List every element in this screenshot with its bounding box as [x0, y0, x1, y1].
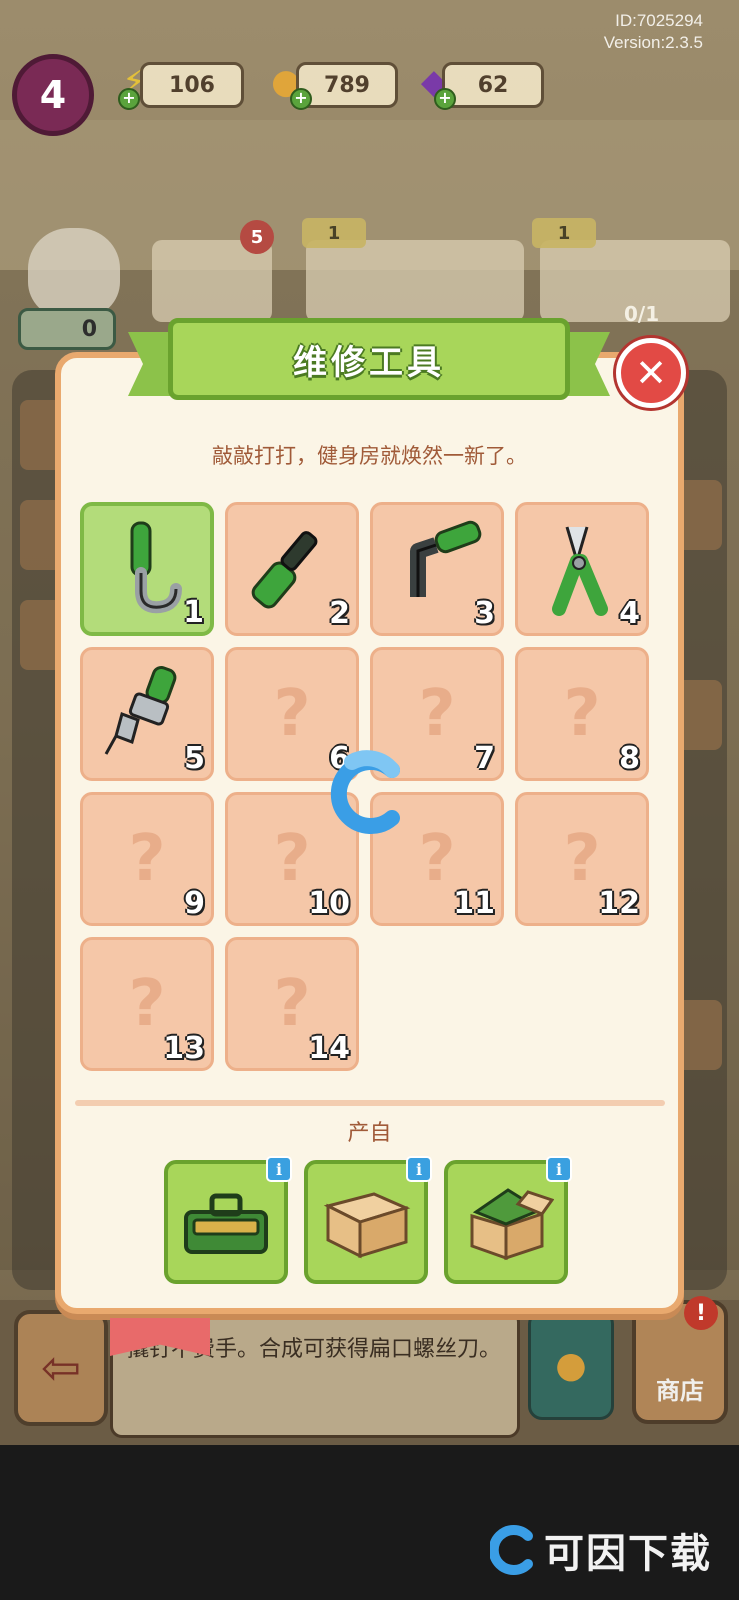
close-button[interactable]: ✕ — [616, 338, 686, 408]
modal-title-banner: 维修工具 — [168, 318, 570, 400]
toolbox-icon — [184, 1193, 268, 1254]
info-icon[interactable]: i — [406, 1156, 432, 1182]
question-mark-icon: ? — [563, 822, 601, 896]
slot-number: 5 — [184, 741, 205, 776]
collection-slot-locked[interactable]: ? 12 — [515, 792, 649, 926]
collection-slot-locked[interactable]: ? 13 — [80, 937, 214, 1071]
task-progress: 0/1 — [624, 302, 660, 326]
task-reward-chip: 1 — [302, 218, 366, 248]
star-count: 0 — [81, 316, 97, 342]
star-counter: 0 — [18, 308, 116, 350]
hook-tool-icon — [102, 517, 192, 621]
chick-mascot — [28, 228, 120, 318]
origin-label: 产自 — [347, 1121, 392, 1146]
question-mark-icon: ? — [128, 822, 166, 896]
gem-counter[interactable]: 62 — [442, 62, 544, 108]
question-mark-icon: ? — [273, 967, 311, 1041]
watermark-logo-icon — [490, 1525, 533, 1575]
slot-number: 11 — [453, 886, 495, 921]
watermark: 可因下载 — [490, 1515, 730, 1585]
collection-slot-adjustable-wrench[interactable]: 5 — [80, 647, 214, 781]
info-icon[interactable]: i — [546, 1156, 572, 1182]
loading-spinner-icon — [330, 750, 400, 834]
slot-number: 14 — [308, 1031, 350, 1066]
cardboard-box-icon — [323, 1192, 411, 1259]
player-info: ID:7025294 Version:2.3.5 — [604, 10, 703, 54]
origin-cardboard-box[interactable]: i — [304, 1156, 432, 1284]
question-mark-icon: ? — [563, 677, 601, 751]
slot-number: 4 — [619, 596, 640, 631]
question-mark-icon: ? — [418, 677, 456, 751]
collection-slot-pliers[interactable]: 4 — [515, 502, 649, 636]
slot-number: 2 — [329, 596, 350, 631]
shop-alert-badge: ! — [684, 1296, 718, 1330]
watermark-text: 可因下载 — [544, 1531, 712, 1577]
slot-number: 7 — [474, 741, 495, 776]
slot-number: 13 — [163, 1031, 205, 1066]
adjustable-wrench-icon — [102, 662, 192, 766]
modal-title: 维修工具 — [293, 342, 445, 383]
task-reward-chip: 1 — [532, 218, 596, 248]
sell-button[interactable]: ● — [528, 1310, 614, 1420]
gem-value: 62 — [477, 72, 509, 98]
slot-number: 12 — [598, 886, 640, 921]
exit-icon: ⇦ — [40, 1340, 82, 1396]
collection-slot-locked[interactable]: ? 14 — [225, 937, 359, 1071]
open-box-icon — [470, 1188, 554, 1261]
screwdriver-icon — [247, 517, 337, 621]
level-number: 4 — [39, 73, 67, 117]
collection-slot-screwdriver[interactable]: 2 — [225, 502, 359, 636]
question-mark-icon: ? — [273, 822, 311, 896]
pliers-icon — [537, 517, 627, 621]
slot-number: 1 — [183, 595, 204, 630]
slot-number: 10 — [308, 886, 350, 921]
task-count-badge: 5 — [240, 220, 274, 254]
collection-slot-hex-key[interactable]: 3 — [370, 502, 504, 636]
origin-open-box[interactable]: i — [444, 1156, 572, 1284]
collection-slot-locked[interactable]: ? 9 — [80, 792, 214, 926]
collection-slot-locked[interactable]: ? 8 — [515, 647, 649, 781]
game-version: Version:2.3.5 — [603, 33, 703, 52]
exit-button[interactable]: ⇦ — [14, 1310, 108, 1426]
origin-toolbox[interactable]: i — [164, 1156, 292, 1284]
task-card — [306, 240, 524, 322]
section-divider — [75, 1100, 665, 1106]
modal-subtitle: 敲敲打打，健身房就焕然一新了。 — [212, 444, 527, 468]
question-mark-icon: ? — [128, 967, 166, 1041]
collection-slot-hook-tool[interactable]: 1 — [80, 502, 214, 636]
reward-value: 1 — [327, 222, 341, 244]
energy-value: 106 — [169, 72, 215, 98]
info-icon[interactable]: i — [266, 1156, 292, 1182]
energy-counter[interactable]: 106 — [140, 62, 244, 108]
add-coin-icon[interactable]: + — [290, 88, 312, 110]
slot-number: 9 — [184, 886, 205, 921]
level-badge[interactable]: 4 — [12, 54, 94, 136]
shop-label: 商店 — [656, 1377, 704, 1405]
question-mark-icon: ? — [418, 822, 456, 896]
add-energy-icon[interactable]: + — [118, 88, 140, 110]
add-gem-icon[interactable]: + — [434, 88, 456, 110]
slot-number: 8 — [619, 741, 640, 776]
slot-number: 3 — [474, 596, 495, 631]
question-mark-icon: ? — [273, 677, 311, 751]
reward-value: 1 — [557, 222, 571, 244]
hex-key-icon — [392, 517, 482, 621]
player-id: ID:7025294 — [615, 11, 703, 30]
coin-value: 789 — [324, 72, 370, 98]
coin-icon: ● — [555, 1344, 587, 1386]
